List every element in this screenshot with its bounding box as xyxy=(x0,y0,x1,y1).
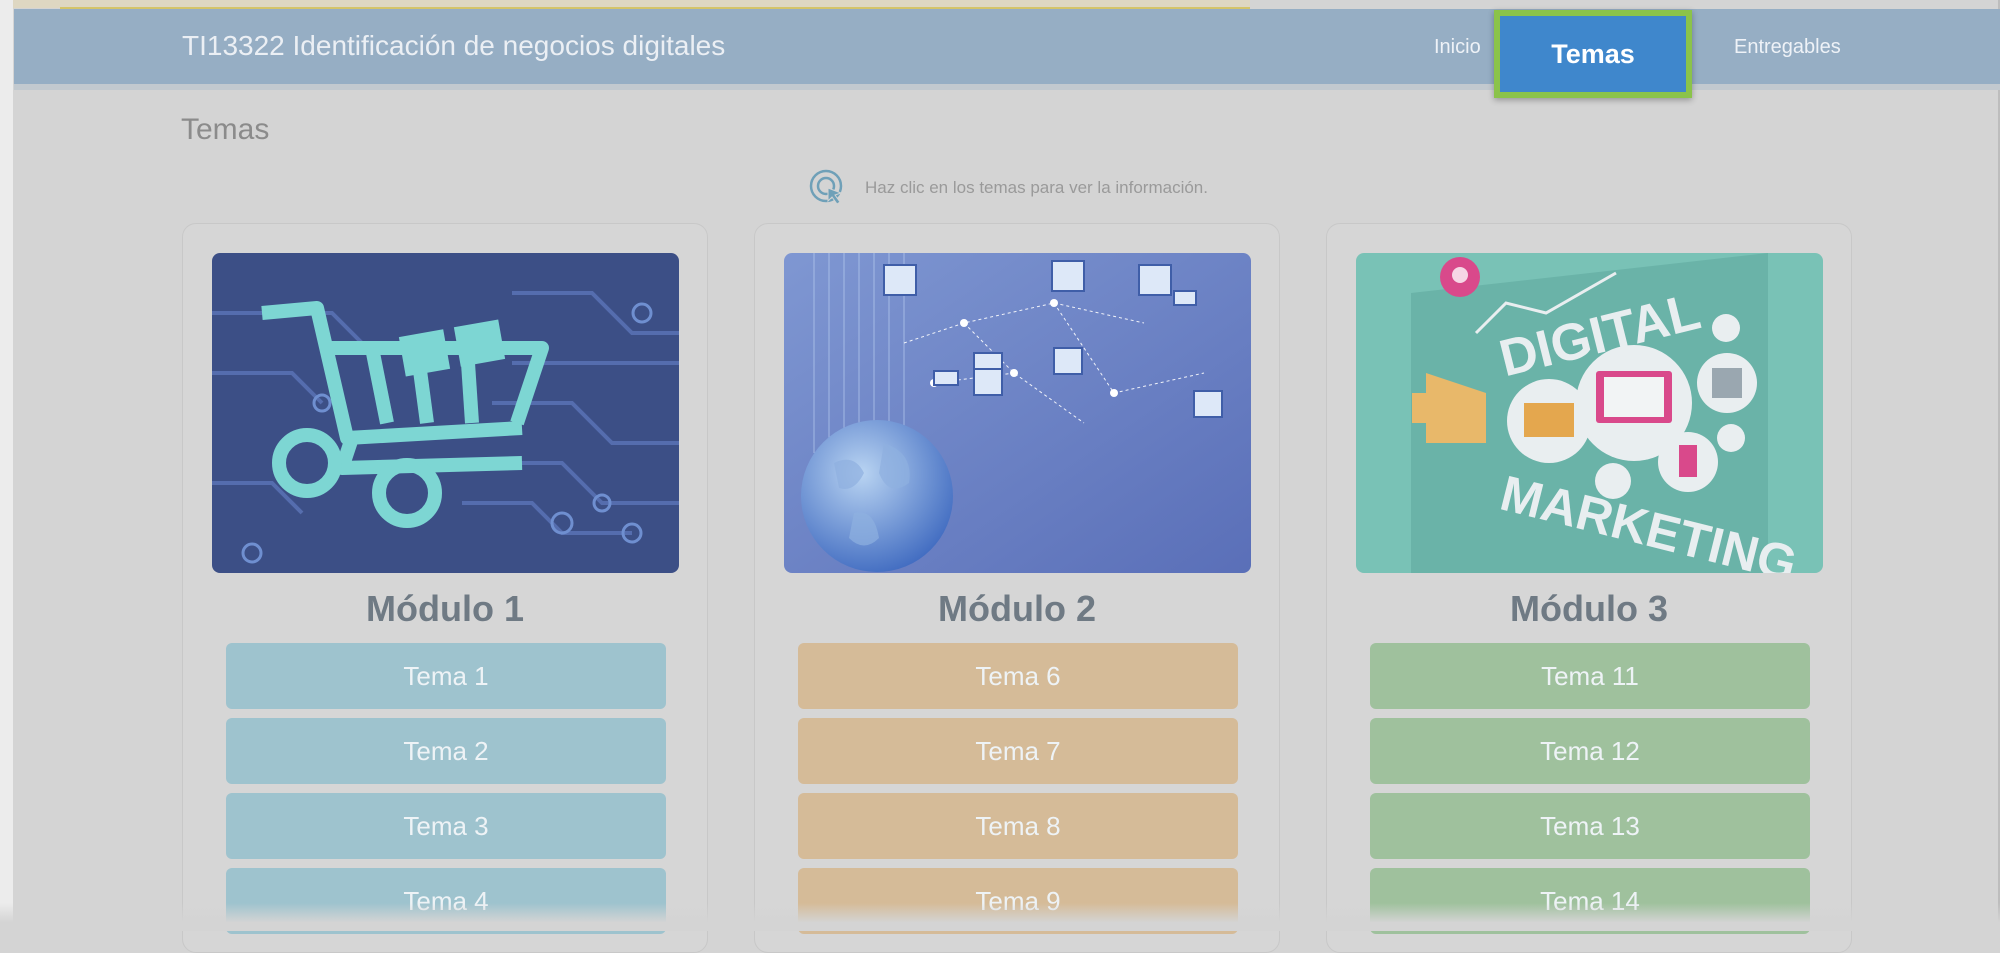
left-edge-strip xyxy=(0,0,13,931)
hint-text: Haz clic en los temas para ver la inform… xyxy=(865,178,1208,197)
module-card-3: DIGITAL MARKETING Módulo 3 Tema 11 Tema … xyxy=(1326,223,1852,953)
module-title: Módulo 3 xyxy=(1510,588,1668,629)
topic-button-tema-12[interactable]: Tema 12 xyxy=(1370,718,1810,784)
module-title: Módulo 1 xyxy=(366,588,524,629)
page-title: Temas xyxy=(181,113,270,146)
hint-row: Haz clic en los temas para ver la inform… xyxy=(808,166,1208,210)
topic-button-tema-6[interactable]: Tema 6 xyxy=(798,643,1238,709)
topic-button-tema-3[interactable]: Tema 3 xyxy=(226,793,666,859)
topic-button-tema-7[interactable]: Tema 7 xyxy=(798,718,1238,784)
site-header: TI13322 Identificación de negocios digit… xyxy=(14,9,2000,90)
topic-button-tema-2[interactable]: Tema 2 xyxy=(226,718,666,784)
globe-network-image[interactable] xyxy=(784,253,1251,573)
nav-entregables[interactable]: Entregables xyxy=(1734,36,1841,59)
nav-inicio[interactable]: Inicio xyxy=(1434,36,1481,59)
digital-marketing-image[interactable]: DIGITAL MARKETING xyxy=(1356,253,1823,573)
module-card-1: Módulo 1 Tema 1 Tema 2 Tema 3 Tema 4 xyxy=(182,223,708,953)
site-title[interactable]: TI13322 Identificación de negocios digit… xyxy=(182,30,725,62)
nav-temas-active[interactable]: Temas xyxy=(1494,10,1692,98)
topic-button-tema-8[interactable]: Tema 8 xyxy=(798,793,1238,859)
module-card-2: Módulo 2 Tema 6 Tema 7 Tema 8 Tema 9 xyxy=(754,223,1280,953)
bottom-fade xyxy=(0,903,2000,931)
topic-button-tema-11[interactable]: Tema 11 xyxy=(1370,643,1810,709)
topic-button-tema-1[interactable]: Tema 1 xyxy=(226,643,666,709)
module-title: Módulo 2 xyxy=(938,588,1096,629)
click-target-icon xyxy=(809,169,843,205)
topic-button-tema-13[interactable]: Tema 13 xyxy=(1370,793,1810,859)
shopping-cart-circuit-image[interactable] xyxy=(212,253,679,573)
